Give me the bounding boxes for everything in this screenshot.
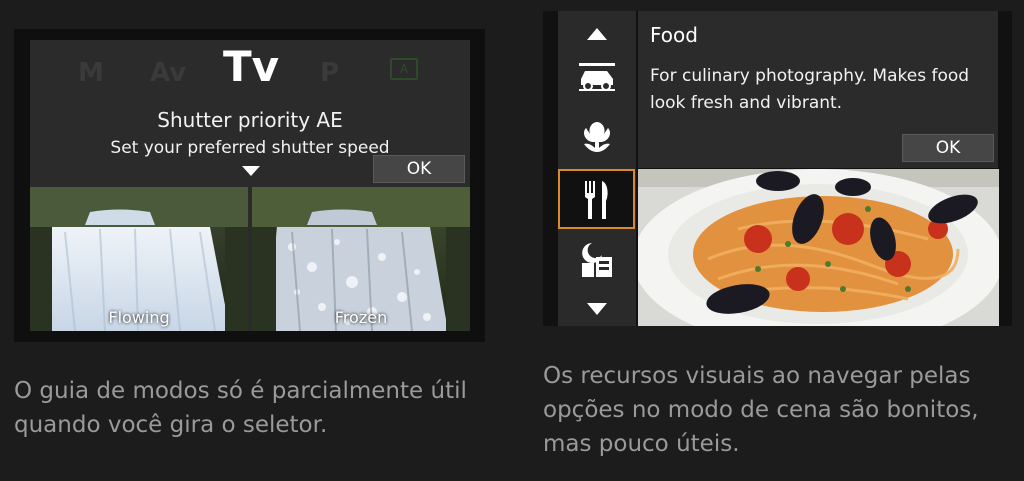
scene-mode-screen: Food For culinary photography. Makes foo…: [543, 11, 1012, 326]
example-label-frozen: Frozen: [334, 308, 388, 327]
food-icon: [585, 181, 608, 219]
ok-button[interactable]: OK: [902, 134, 994, 162]
scene-description: For culinary photography. Makes food loo…: [650, 66, 970, 113]
scene-title: Food: [650, 23, 698, 47]
scene-info-panel: Food For culinary photography. Makes foo…: [638, 11, 998, 168]
night-portrait-icon[interactable]: [558, 237, 636, 283]
example-photo-frozen: Frozen: [252, 187, 470, 331]
mode-title: Shutter priority AE: [157, 108, 343, 132]
arrow-up-icon[interactable]: [558, 19, 636, 49]
car-panning-icon[interactable]: [558, 56, 636, 96]
caption-mode-guide: O guia de modos só é parcialmente útil q…: [14, 378, 467, 438]
mode-tv[interactable]: Tv: [223, 42, 279, 91]
mode-m[interactable]: M: [78, 58, 104, 88]
ok-button[interactable]: OK: [373, 155, 465, 183]
scene-item-food[interactable]: [558, 169, 635, 229]
example-photo-flowing: Flowing: [30, 187, 248, 331]
mode-av[interactable]: Av: [150, 58, 186, 88]
food-example-photo: [638, 169, 999, 326]
mode-guide-panel: M Av Tv P A Shutter priority AE Set your…: [30, 40, 470, 331]
flower-closeup-icon[interactable]: [558, 116, 636, 156]
mode-p[interactable]: P: [320, 58, 339, 88]
scene-auto-icon[interactable]: A: [390, 58, 418, 80]
arrow-down-icon[interactable]: [558, 299, 636, 319]
mode-dial-row: M Av Tv P A: [30, 40, 470, 102]
mode-guide-screen: M Av Tv P A Shutter priority AE Set your…: [14, 29, 485, 342]
expand-down-icon[interactable]: [242, 166, 260, 176]
example-label-flowing: Flowing: [108, 308, 170, 327]
scene-selector-rail-lower: [558, 231, 636, 326]
caption-scene-mode: Os recursos visuais ao navegar pelas opç…: [543, 363, 979, 457]
